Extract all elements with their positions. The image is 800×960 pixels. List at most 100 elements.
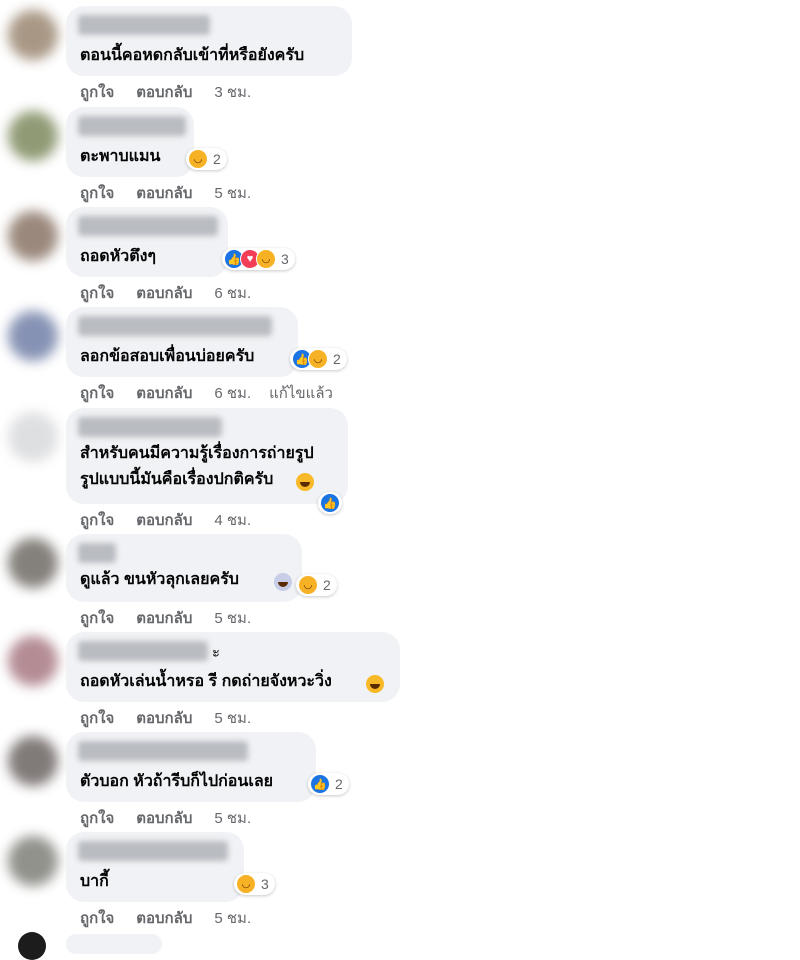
reaction-summary[interactable]: 👍 ◡ 2 [290,348,347,370]
comment-text: ดูแล้ว ขนหัวลุกเลยครับ [80,571,239,588]
comment-time[interactable]: 3 ชม. [214,84,251,101]
comment-text-line1: สำหรับคนมีความรู้เรื่องการถ่ายรูป [80,445,314,462]
comment-actions: ถูกใจ ตอบกลับ 5 ชม. [80,606,269,630]
reaction-summary[interactable]: ◡ 2 [296,574,337,596]
commenter-name[interactable] [78,216,218,236]
reply-link[interactable]: ตอบกลับ [136,910,192,927]
comment-bubble [66,934,162,954]
avatar[interactable] [8,736,58,786]
like-link[interactable]: ถูกใจ [80,185,114,202]
comment-bubble: ถอดหัวตึงๆ [66,207,228,277]
reaction-summary[interactable]: 👍 ♥ ◡ 3 [222,248,295,270]
like-link[interactable]: ถูกใจ [80,610,114,627]
reply-link[interactable]: ตอบกลับ [136,512,192,529]
reply-link[interactable]: ตอบกลับ [136,385,192,402]
reply-link[interactable]: ตอบกลับ [136,810,192,827]
reaction-summary[interactable]: 👍 2 [308,773,349,795]
comment-actions: ถูกใจ ตอบกลับ 5 ชม. [80,906,269,930]
comment-actions: ถูกใจ ตอบกลับ 6 ชม. แก้ไขแล้ว [80,381,355,405]
grinning-sweat-emoji [296,473,314,491]
reaction-count: 2 [323,577,331,593]
comment-bubble: บากี้ [66,832,244,902]
comment-time[interactable]: 5 ชม. [214,710,251,727]
comment-text: ลอกข้อสอบเพื่อนบ่อยครับ [80,348,255,365]
avatar[interactable] [8,10,58,60]
comment-text: ตัวบอก หัวถ้ารีบก็ไปก่อนเลย [80,773,273,790]
commenter-name[interactable] [78,116,186,136]
comment-actions: ถูกใจ ตอบกลับ 4 ชม. [80,508,269,532]
comment-time[interactable]: 4 ชม. [214,512,251,529]
avatar[interactable] [18,932,46,960]
like-icon: 👍 [310,774,330,794]
reply-link[interactable]: ตอบกลับ [136,710,192,727]
comment-text: ตะพาบแมน [80,148,161,165]
reaction-summary[interactable]: ◡ 2 [186,148,227,170]
reply-link[interactable]: ตอบกลับ [136,84,192,101]
avatar[interactable] [8,636,58,686]
comment-text: บากี้ [80,873,109,890]
comment-text-line2: รูปแบบนี้มันคือเรื่องปกติครับ [80,471,274,488]
like-link[interactable]: ถูกใจ [80,810,114,827]
comment-time[interactable]: 5 ชม. [214,610,251,627]
commenter-name[interactable] [78,15,210,35]
reaction-summary[interactable]: ◡ 3 [234,873,275,895]
commenter-name[interactable] [78,741,248,761]
comment-actions: ถูกใจ ตอบกลับ 5 ชม. [80,706,269,730]
avatar[interactable] [8,111,58,161]
haha-icon: ◡ [308,349,328,369]
reply-link[interactable]: ตอบกลับ [136,185,192,202]
reaction-count: 3 [261,876,269,892]
haha-icon: ◡ [236,874,256,894]
avatar[interactable] [8,211,58,261]
comment-bubble: ดูแล้ว ขนหัวลุกเลยครับ [66,534,302,602]
comment-actions: ถูกใจ ตอบกลับ 5 ชม. [80,806,269,830]
avatar[interactable] [8,836,58,886]
avatar[interactable] [8,311,58,361]
reply-link[interactable]: ตอบกลับ [136,285,192,302]
commenter-name[interactable] [78,417,222,437]
comment-time[interactable]: 6 ชม. [214,285,251,302]
reaction-count: 2 [333,351,341,367]
commenter-name[interactable] [78,841,228,861]
reaction-count: 3 [281,251,289,267]
screaming-face-emoji [274,573,292,591]
reply-link[interactable]: ตอบกลับ [136,610,192,627]
comment-time[interactable]: 5 ชม. [214,810,251,827]
comment-text: ถอดหัวตึงๆ [80,248,157,265]
comment-actions: ถูกใจ ตอบกลับ 5 ชม. [80,181,269,205]
comment-bubble: ลอกข้อสอบเพื่อนบ่อยครับ [66,307,298,377]
haha-icon: ◡ [256,249,276,269]
comment-text: ตอนนี้คอหดกลับเข้าที่หรือยังครับ [80,47,305,64]
commenter-name-suffix: ะ [212,644,221,661]
haha-icon: ◡ [188,149,208,169]
comment-bubble: ตัวบอก หัวถ้ารีบก็ไปก่อนเลย [66,732,316,802]
like-icon: 👍 [320,493,340,513]
comment-text: ถอดหัวเล่นน้ำหรอ รี กดถ่ายจังหวะวิ่ง [80,673,332,690]
comment-time[interactable]: 5 ชม. [214,910,251,927]
reaction-count: 2 [335,776,343,792]
like-link[interactable]: ถูกใจ [80,710,114,727]
reaction-count: 2 [213,151,221,167]
haha-icon: ◡ [298,575,318,595]
comment-bubble: ะ ถอดหัวเล่นน้ำหรอ รี กดถ่ายจังหวะวิ่ง [66,632,400,702]
commenter-name[interactable] [78,543,116,563]
avatar[interactable] [8,412,58,462]
comment-actions: ถูกใจ ตอบกลับ 3 ชม. [80,80,269,104]
comment-time[interactable]: 6 ชม. [214,385,251,402]
like-link[interactable]: ถูกใจ [80,512,114,529]
comment-actions: ถูกใจ ตอบกลับ 6 ชม. [80,281,269,305]
commenter-name[interactable] [78,316,272,336]
like-link[interactable]: ถูกใจ [80,285,114,302]
comment-bubble: ตอนนี้คอหดกลับเข้าที่หรือยังครับ [66,6,352,76]
edited-label[interactable]: แก้ไขแล้ว [269,385,333,402]
commenter-name[interactable] [78,641,208,661]
reaction-summary[interactable]: 👍 [318,492,342,514]
avatar[interactable] [8,538,58,588]
comment-bubble: ตะพาบแมน [66,107,194,177]
like-link[interactable]: ถูกใจ [80,84,114,101]
like-link[interactable]: ถูกใจ [80,910,114,927]
comment-bubble: สำหรับคนมีความรู้เรื่องการถ่ายรูป รูปแบบ… [66,408,348,504]
comment-time[interactable]: 5 ชม. [214,185,251,202]
rolling-laughing-emoji [366,675,384,693]
like-link[interactable]: ถูกใจ [80,385,114,402]
